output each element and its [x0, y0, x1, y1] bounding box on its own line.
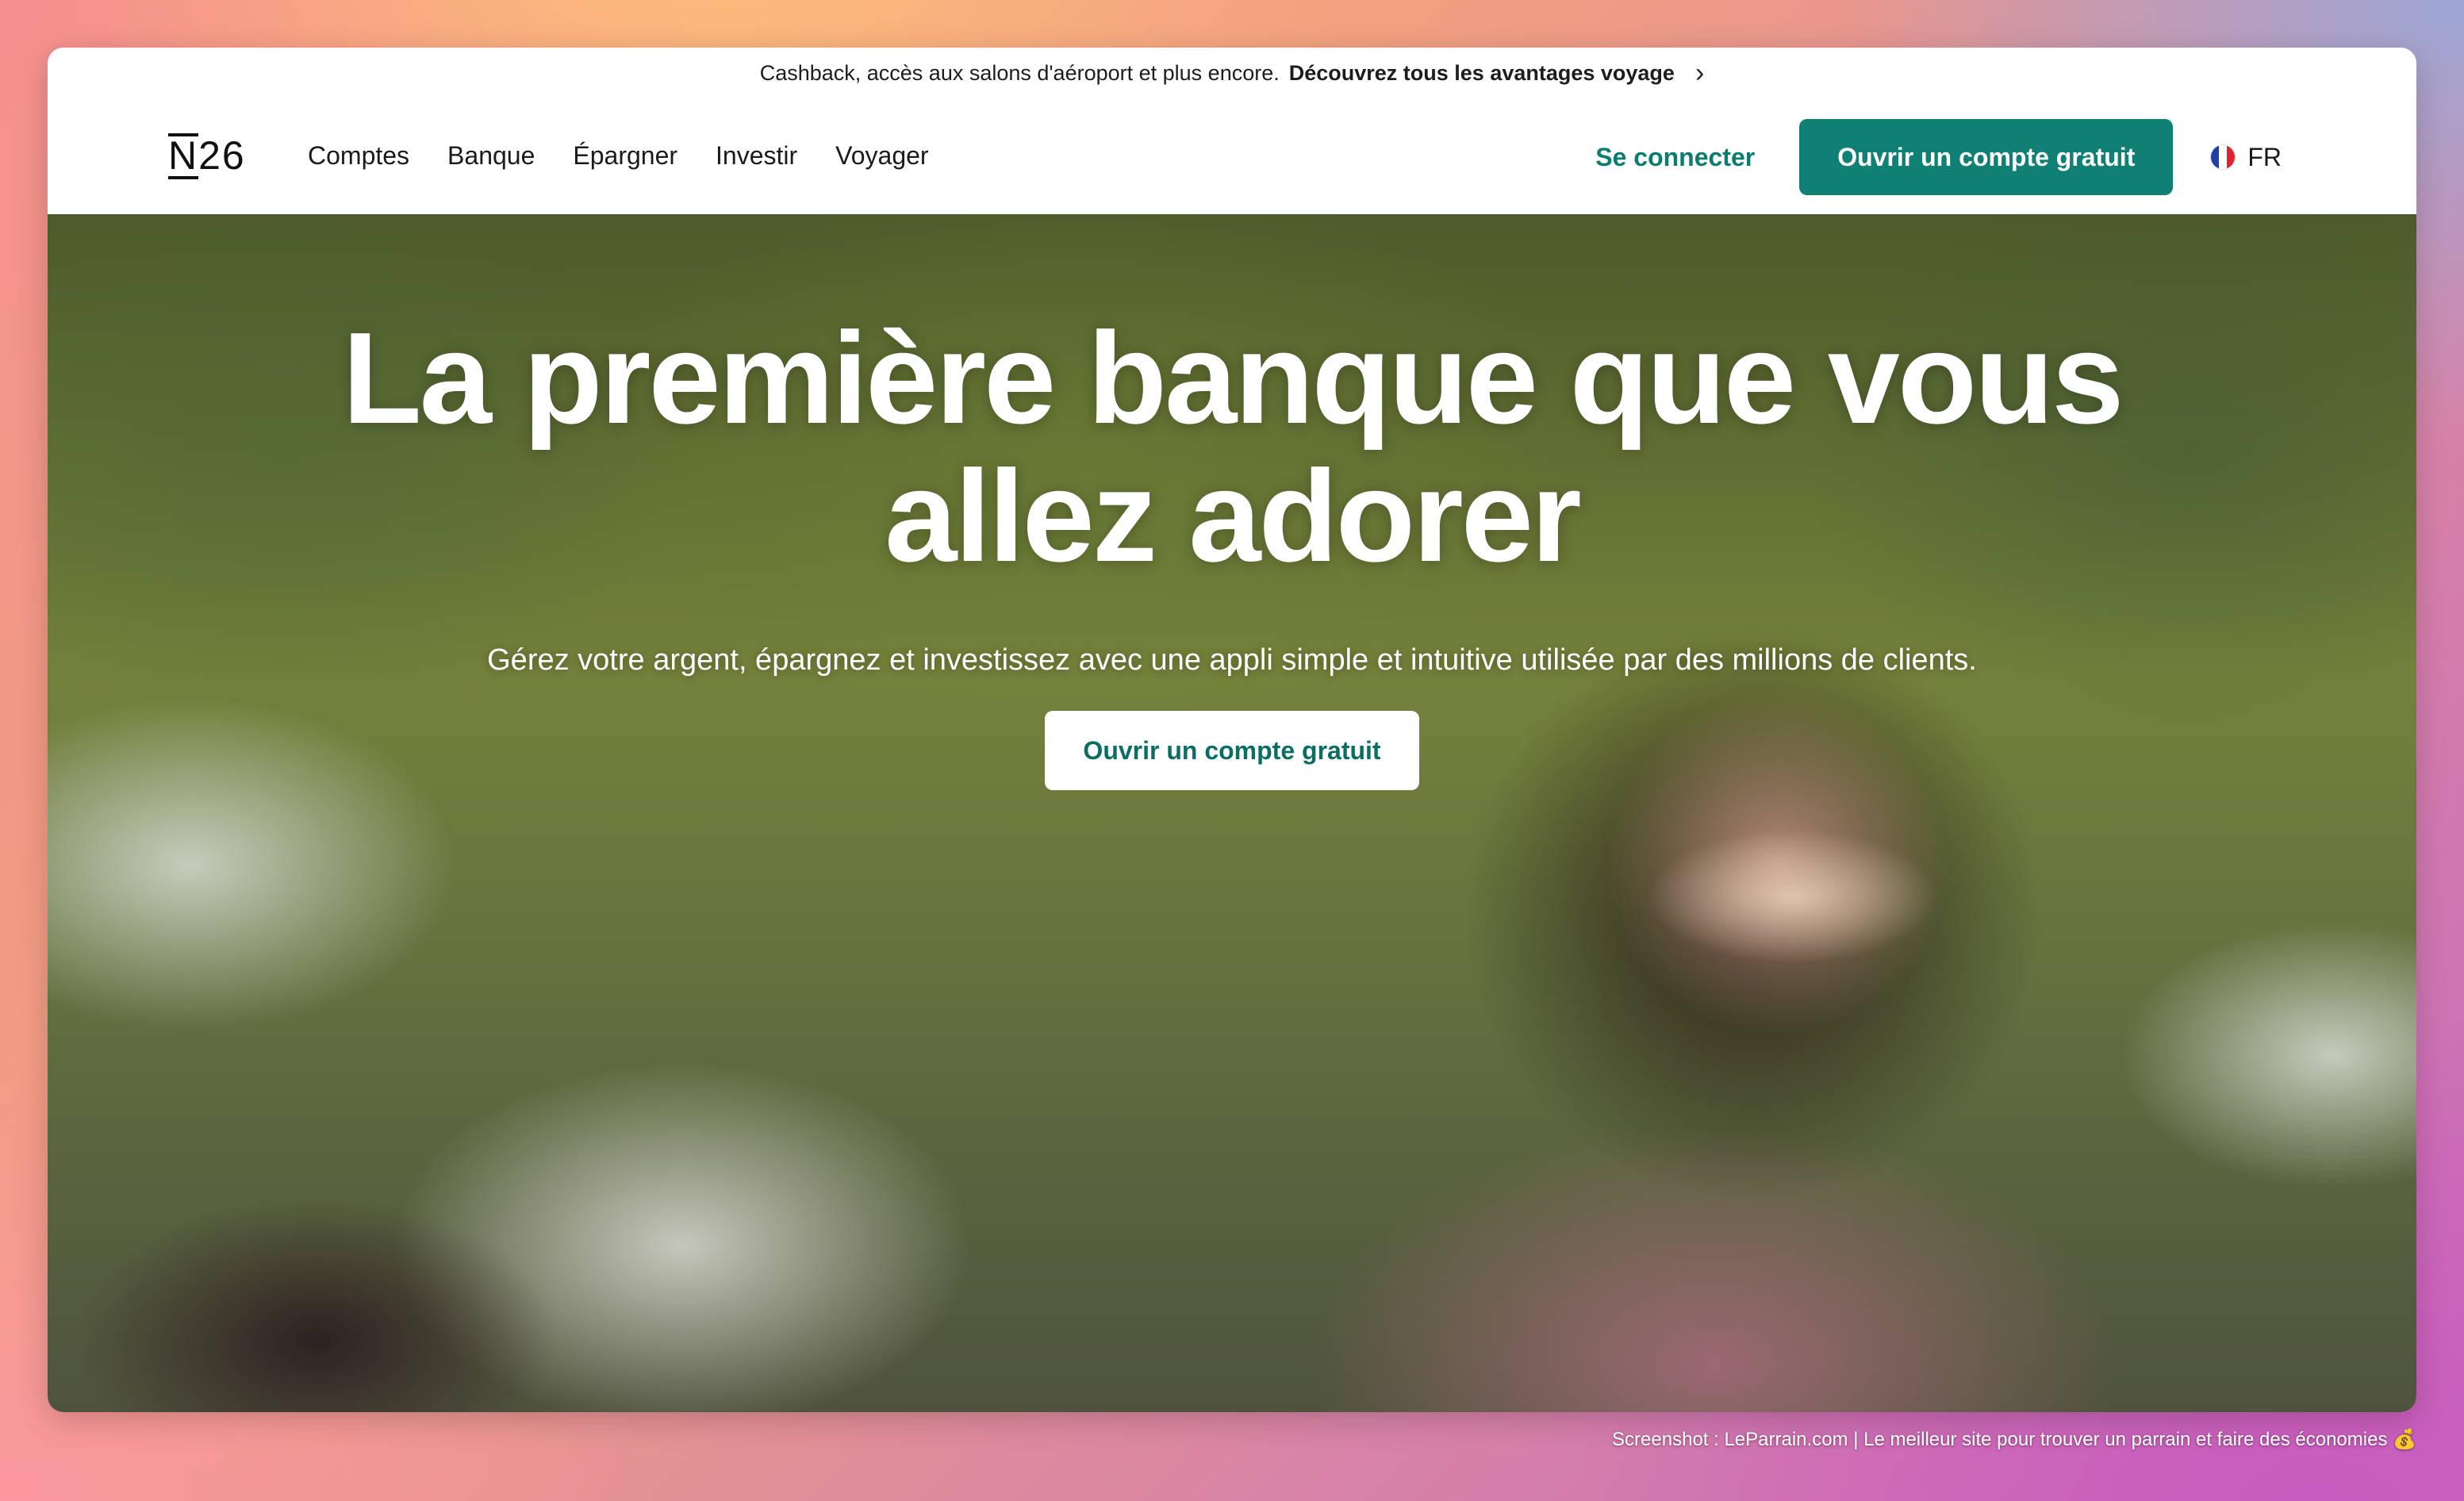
promo-text: Cashback, accès aux salons d'aéroport et…: [759, 60, 1280, 85]
nav-item-epargner[interactable]: Épargner: [573, 141, 677, 171]
nav-links: Comptes Banque Épargner Investir Voyager: [308, 130, 929, 181]
hero-section: La première banque que vous allez adorer…: [48, 214, 2416, 1412]
hero-subtitle: Gérez votre argent, épargnez et investis…: [487, 643, 1977, 677]
nav-item-banque[interactable]: Banque: [447, 141, 535, 171]
chevron-right-icon[interactable]: ›: [1695, 60, 1704, 86]
screenshot-credit: Screenshot : LeParrain.com | Le meilleur…: [1612, 1429, 2416, 1450]
nav-item-voyager[interactable]: Voyager: [835, 141, 928, 171]
open-account-button[interactable]: Ouvrir un compte gratuit: [1799, 119, 2174, 195]
nav-item-investir[interactable]: Investir: [716, 141, 797, 171]
hero-title: La première banque que vous allez adorer: [320, 309, 2144, 585]
browser-window: Cashback, accès aux salons d'aéroport et…: [48, 48, 2416, 1412]
right-nav: Se connecter Ouvrir un compte gratuit FR: [1595, 119, 2282, 195]
language-selector[interactable]: FR: [2211, 143, 2282, 172]
nav-item-comptes[interactable]: Comptes: [308, 141, 409, 171]
n26-logo[interactable]: N26: [168, 130, 246, 181]
login-link[interactable]: Se connecter: [1595, 143, 1755, 172]
hero-title-line-2: allez adorer: [885, 443, 1582, 589]
french-flag-icon: [2211, 145, 2236, 169]
promo-link[interactable]: Découvrez tous les avantages voyage: [1289, 61, 1675, 86]
hero-content: La première banque que vous allez adorer…: [48, 309, 2416, 790]
language-code: FR: [2247, 142, 2282, 171]
hero-title-line-1: La première banque que vous: [342, 305, 2124, 451]
logo-n-letter: N: [168, 130, 199, 181]
logo-digits: 26: [198, 133, 246, 178]
promo-banner[interactable]: Cashback, accès aux salons d'aéroport et…: [48, 48, 2416, 98]
hero-open-account-button[interactable]: Ouvrir un compte gratuit: [1045, 711, 1419, 790]
